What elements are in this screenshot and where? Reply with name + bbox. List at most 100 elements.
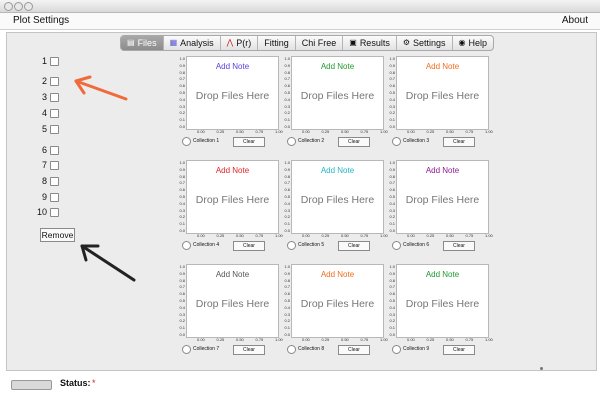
drop-files-label: Drop Files Here (300, 298, 375, 310)
add-note-link[interactable]: Add Note (397, 270, 488, 279)
minimize-window-button[interactable] (14, 2, 23, 11)
title-bar (0, 0, 600, 13)
y-tick-label: 0.4 (179, 200, 185, 206)
plot-drop-area[interactable]: Add Note Drop Files Here (291, 264, 384, 338)
file-slot-checkbox[interactable] (50, 108, 59, 118)
y-tick-label: 0.7 (389, 284, 395, 290)
collection-radio[interactable] (182, 137, 191, 146)
y-tick-label: 0.1 (179, 117, 185, 123)
plot-drop-area[interactable]: Add Note Drop Files Here (396, 264, 489, 338)
collection-radio[interactable] (287, 345, 296, 354)
y-tick-label: 0.8 (389, 277, 395, 283)
add-note-link[interactable]: Add Note (187, 62, 278, 71)
file-slot-checkbox[interactable] (50, 92, 59, 102)
y-tick-label: 1.0 (284, 56, 290, 61)
y-tick-label: 0.1 (284, 325, 290, 331)
y-tick-label: 0.1 (389, 325, 395, 331)
add-note-link[interactable]: Add Note (397, 166, 488, 175)
file-slot-checkbox[interactable] (50, 192, 59, 202)
clear-button[interactable]: Clear (338, 241, 370, 251)
file-slot-number: 10 (36, 207, 47, 217)
y-tick-label: 0.8 (284, 277, 290, 283)
clear-button[interactable]: Clear (443, 345, 475, 355)
add-note-link[interactable]: Add Note (292, 166, 383, 175)
plot-drop-area[interactable]: Add Note Drop Files Here (291, 56, 384, 130)
collection-label: Collection 4 (193, 242, 220, 248)
add-note-link[interactable]: Add Note (292, 270, 383, 279)
plot-drop-area[interactable]: Add Note Drop Files Here (186, 264, 279, 338)
file-slot-row: 2 (35, 76, 59, 86)
tab-chi-free[interactable]: Chi Free (296, 36, 344, 50)
y-tick-label: 0.7 (179, 180, 185, 186)
y-tick-label: 0.2 (284, 318, 290, 324)
clear-button[interactable]: Clear (233, 137, 265, 147)
drop-files-label: Drop Files Here (405, 298, 480, 310)
collection-radio[interactable] (392, 137, 401, 146)
y-tick-label: 0.2 (389, 318, 395, 324)
menu-plot-settings[interactable]: Plot Settings (13, 15, 69, 26)
add-note-link[interactable]: Add Note (292, 62, 383, 71)
collection-panel: 1.0 0.9 0.8 0.7 0.6 0.5 0.4 0.3 0.2 0.1 0.0 0.00 0.2… (387, 55, 493, 147)
collection-radio[interactable] (392, 345, 401, 354)
collection-radio[interactable] (287, 137, 296, 146)
plot-drop-area[interactable]: Add Note Drop Files Here (186, 56, 279, 130)
add-note-link[interactable]: Add Note (397, 62, 488, 71)
collection-radio[interactable] (182, 241, 191, 250)
tab-pr[interactable]: ⋀ P(r) (221, 36, 259, 50)
clear-button[interactable]: Clear (233, 241, 265, 251)
collection-panel: 1.0 0.9 0.8 0.7 0.6 0.5 0.4 0.3 0.2 0.1 0.0 0.00 0.2… (282, 159, 388, 251)
clear-button[interactable]: Clear (443, 241, 475, 251)
tab-settings[interactable]: ⚙ Settings (397, 36, 453, 50)
close-window-button[interactable] (4, 2, 13, 11)
add-note-link[interactable]: Add Note (187, 166, 278, 175)
file-slot-number: 9 (41, 192, 47, 202)
tab-help[interactable]: ◉ Help (453, 36, 493, 50)
y-tick-label: 0.0 (284, 332, 290, 337)
plot-drop-area[interactable]: Add Note Drop Files Here (396, 56, 489, 130)
collection-radio[interactable] (392, 241, 401, 250)
zoom-window-button[interactable] (24, 2, 33, 11)
file-slot-checkbox[interactable] (50, 160, 59, 170)
resize-handle[interactable] (540, 367, 543, 370)
y-tick-label: 0.7 (389, 180, 395, 186)
y-tick-label: 0.9 (389, 62, 395, 68)
y-tick-label: 1.0 (389, 56, 395, 61)
tab-files[interactable]: ▤ Files (121, 36, 164, 50)
file-slot-row: 10 (35, 207, 59, 217)
y-tick-label: 0.7 (284, 180, 290, 186)
y-tick-label: 0.5 (389, 90, 395, 95)
collection-label: Collection 7 (193, 346, 220, 352)
clear-button[interactable]: Clear (233, 345, 265, 355)
file-slot-number: 5 (41, 124, 47, 134)
y-tick-label: 0.7 (389, 76, 395, 82)
y-tick-label: 0.2 (179, 214, 185, 220)
add-note-link[interactable]: Add Note (187, 270, 278, 279)
y-tick-label: 0.4 (179, 304, 185, 310)
file-slot-row: 3 (35, 92, 59, 102)
tab-fitting[interactable]: Fitting (258, 36, 296, 50)
clear-button[interactable]: Clear (338, 345, 370, 355)
plot-drop-area[interactable]: Add Note Drop Files Here (186, 160, 279, 234)
tab-analysis[interactable]: ▦ Analysis (164, 36, 221, 50)
y-tick-label: 0.6 (179, 291, 185, 297)
status-label: Status: (60, 378, 91, 388)
tab-results[interactable]: ▣ Results (343, 36, 397, 50)
file-slot-checkbox[interactable] (50, 56, 59, 66)
clear-button[interactable]: Clear (338, 137, 370, 147)
y-tick-label: 0.8 (179, 173, 185, 179)
file-slot-checkbox[interactable] (50, 76, 59, 86)
collection-radio[interactable] (182, 345, 191, 354)
file-slot-checkbox[interactable] (50, 207, 59, 217)
plot-drop-area[interactable]: Add Note Drop Files Here (291, 160, 384, 234)
plot-drop-area[interactable]: Add Note Drop Files Here (396, 160, 489, 234)
clear-button[interactable]: Clear (443, 137, 475, 147)
menu-about[interactable]: About (562, 15, 588, 26)
y-tick-label: 0.3 (389, 311, 395, 317)
file-slot-checkbox[interactable] (50, 124, 59, 134)
collection-radio[interactable] (287, 241, 296, 250)
file-slot-row: 8 (35, 176, 59, 186)
file-slot-checkbox[interactable] (50, 176, 59, 186)
remove-button[interactable]: Remove (40, 228, 75, 242)
file-slot-checkbox[interactable] (50, 145, 59, 155)
file-slot-row: 5 (35, 124, 59, 134)
